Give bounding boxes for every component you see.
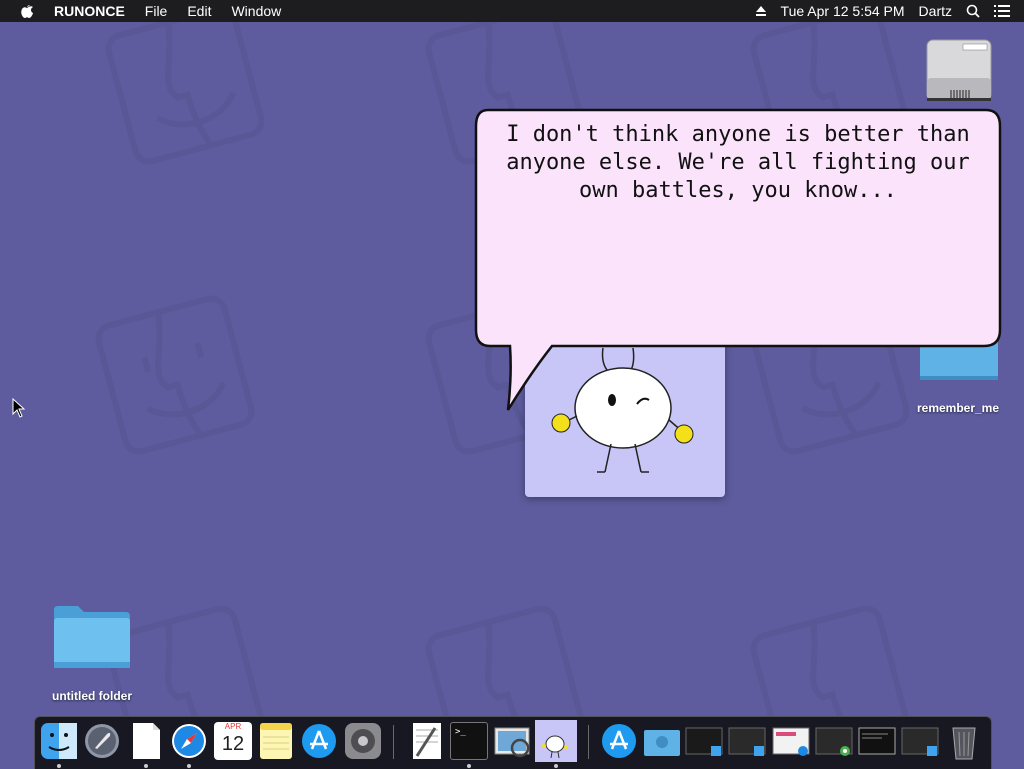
finder-icon[interactable] bbox=[40, 722, 78, 760]
window-thumbnail-icon[interactable] bbox=[685, 722, 723, 760]
compass-icon[interactable] bbox=[170, 722, 208, 760]
calendar-month: APR bbox=[224, 722, 242, 731]
calendar-day: 12 bbox=[221, 733, 245, 755]
preview-icon[interactable] bbox=[493, 722, 531, 760]
dock: APR 12 >_ bbox=[34, 716, 992, 769]
window-thumbnail-icon[interactable] bbox=[728, 722, 766, 760]
hard-drive-icon[interactable] bbox=[923, 34, 995, 106]
menu-user[interactable]: Dartz bbox=[919, 3, 952, 19]
running-indicator bbox=[144, 764, 148, 768]
terminal-prompt: >_ bbox=[455, 727, 466, 737]
window-thumbnail-icon[interactable] bbox=[858, 722, 896, 760]
list-icon[interactable] bbox=[994, 5, 1010, 17]
running-indicator bbox=[187, 764, 191, 768]
folder-icon[interactable] bbox=[52, 604, 132, 670]
running-indicator bbox=[57, 764, 61, 768]
dock-separator bbox=[588, 725, 589, 759]
desktop-icon-label-untitled-folder[interactable]: untitled folder bbox=[32, 689, 152, 703]
menu-clock[interactable]: Tue Apr 12 5:54 PM bbox=[781, 3, 905, 19]
menu-file[interactable]: File bbox=[145, 0, 168, 22]
running-indicator bbox=[467, 764, 471, 768]
speech-bubble-text: I don't think anyone is better than anyo… bbox=[506, 122, 970, 203]
wallpaper-finder-face bbox=[95, 295, 255, 455]
mouse-cursor-icon bbox=[12, 398, 26, 418]
search-icon[interactable] bbox=[966, 4, 980, 18]
app-store-icon[interactable] bbox=[300, 722, 338, 760]
apple-icon[interactable] bbox=[20, 3, 34, 19]
trash-icon[interactable] bbox=[945, 722, 983, 760]
pen-paper-icon[interactable] bbox=[407, 722, 445, 760]
window-thumbnail-icon[interactable] bbox=[815, 722, 853, 760]
bunny-icon[interactable] bbox=[535, 720, 577, 762]
menu-edit[interactable]: Edit bbox=[187, 0, 211, 22]
window-thumbnail-icon[interactable] bbox=[901, 722, 939, 760]
menu-window[interactable]: Window bbox=[231, 0, 281, 22]
rocket-icon[interactable] bbox=[83, 722, 121, 760]
notes-icon[interactable] bbox=[257, 722, 295, 760]
menu-bar: RUNONCE File Edit Window Tue Apr 12 5:54… bbox=[0, 0, 1024, 22]
gear-icon[interactable] bbox=[344, 722, 382, 760]
app-store-icon[interactable] bbox=[600, 722, 638, 760]
terminal-icon[interactable]: >_ bbox=[450, 722, 488, 760]
wallpaper-finder-face bbox=[105, 5, 265, 165]
menu-app-name[interactable]: RUNONCE bbox=[54, 0, 125, 22]
calendar-icon[interactable]: APR 12 bbox=[214, 722, 252, 760]
running-indicator bbox=[554, 764, 558, 768]
document-icon[interactable] bbox=[127, 722, 165, 760]
desktop[interactable]: remember_me untitled folder I don't thin… bbox=[0, 0, 1024, 768]
eject-icon[interactable] bbox=[755, 5, 767, 17]
folder-icon[interactable] bbox=[643, 722, 681, 760]
dock-separator bbox=[393, 725, 394, 759]
bunny-app-glyph bbox=[542, 735, 568, 759]
window-thumbnail-icon[interactable] bbox=[772, 722, 810, 760]
menu-bar-status-area: Tue Apr 12 5:54 PM Dartz bbox=[755, 0, 1024, 22]
